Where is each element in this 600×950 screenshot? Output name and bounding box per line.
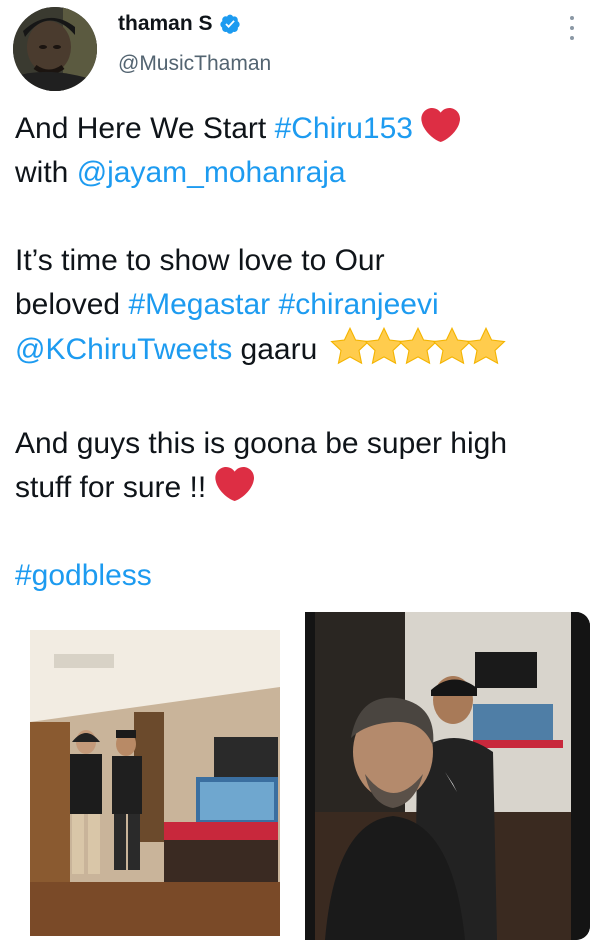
tweet-line: #godbless [15, 554, 590, 598]
tweet-line: And guys this is goona be super high [15, 422, 590, 466]
text-segment: It’s time to show love to Our [15, 244, 385, 277]
mention-link[interactable]: @KChiruTweets [15, 333, 232, 366]
tweet-header: thaman S @MusicThaman [0, 0, 600, 95]
star-icon [465, 326, 506, 365]
mention-link[interactable]: @jayam_mohanraja [77, 156, 346, 189]
user-handle[interactable]: @MusicThaman [118, 52, 271, 76]
verified-badge-icon [219, 14, 240, 34]
text-segment: beloved [15, 288, 129, 321]
text-segment: gaaru [232, 333, 326, 366]
tweet-text: And Here We Start #Chiru153 with @jayam_… [15, 107, 590, 598]
hashtag-link[interactable]: #Chiru153 [275, 112, 413, 145]
tweet-line: with @jayam_mohanraja [15, 151, 590, 195]
text-segment: stuff for sure !! [15, 471, 215, 504]
name-row: thaman S [118, 12, 241, 36]
tweet-line: And Here We Start #Chiru153 [15, 107, 590, 151]
red-heart-icon [421, 108, 461, 142]
studio-photo-image [14, 612, 299, 940]
hashtag-link[interactable]: #Megastar [128, 288, 270, 321]
display-name[interactable]: thaman S [118, 12, 213, 36]
hashtag-link[interactable]: #godbless [15, 559, 152, 592]
photo-selfie[interactable] [305, 612, 590, 940]
more-vertical-icon[interactable] [565, 16, 579, 40]
text-segment: And Here We Start [15, 112, 275, 145]
hashtag-link[interactable]: #chiranjeevi [279, 288, 439, 321]
selfie-photo-image [305, 612, 590, 940]
text-segment: And guys this is goona be super high [15, 427, 507, 460]
red-heart-icon [214, 467, 254, 501]
tweet-line: It’s time to show love to Our [15, 239, 590, 283]
tweet-line: @KChiruTweets gaaru [15, 326, 590, 378]
avatar-image [13, 7, 97, 91]
photo-studio-wide[interactable] [14, 612, 299, 940]
stars-emoji [326, 326, 506, 378]
text-segment: with [15, 156, 77, 189]
tweet-line: stuff for sure !! [15, 466, 590, 510]
media-grid [14, 612, 590, 940]
tweet-line: beloved #Megastar #chiranjeevi [15, 283, 590, 327]
avatar[interactable] [13, 7, 97, 91]
